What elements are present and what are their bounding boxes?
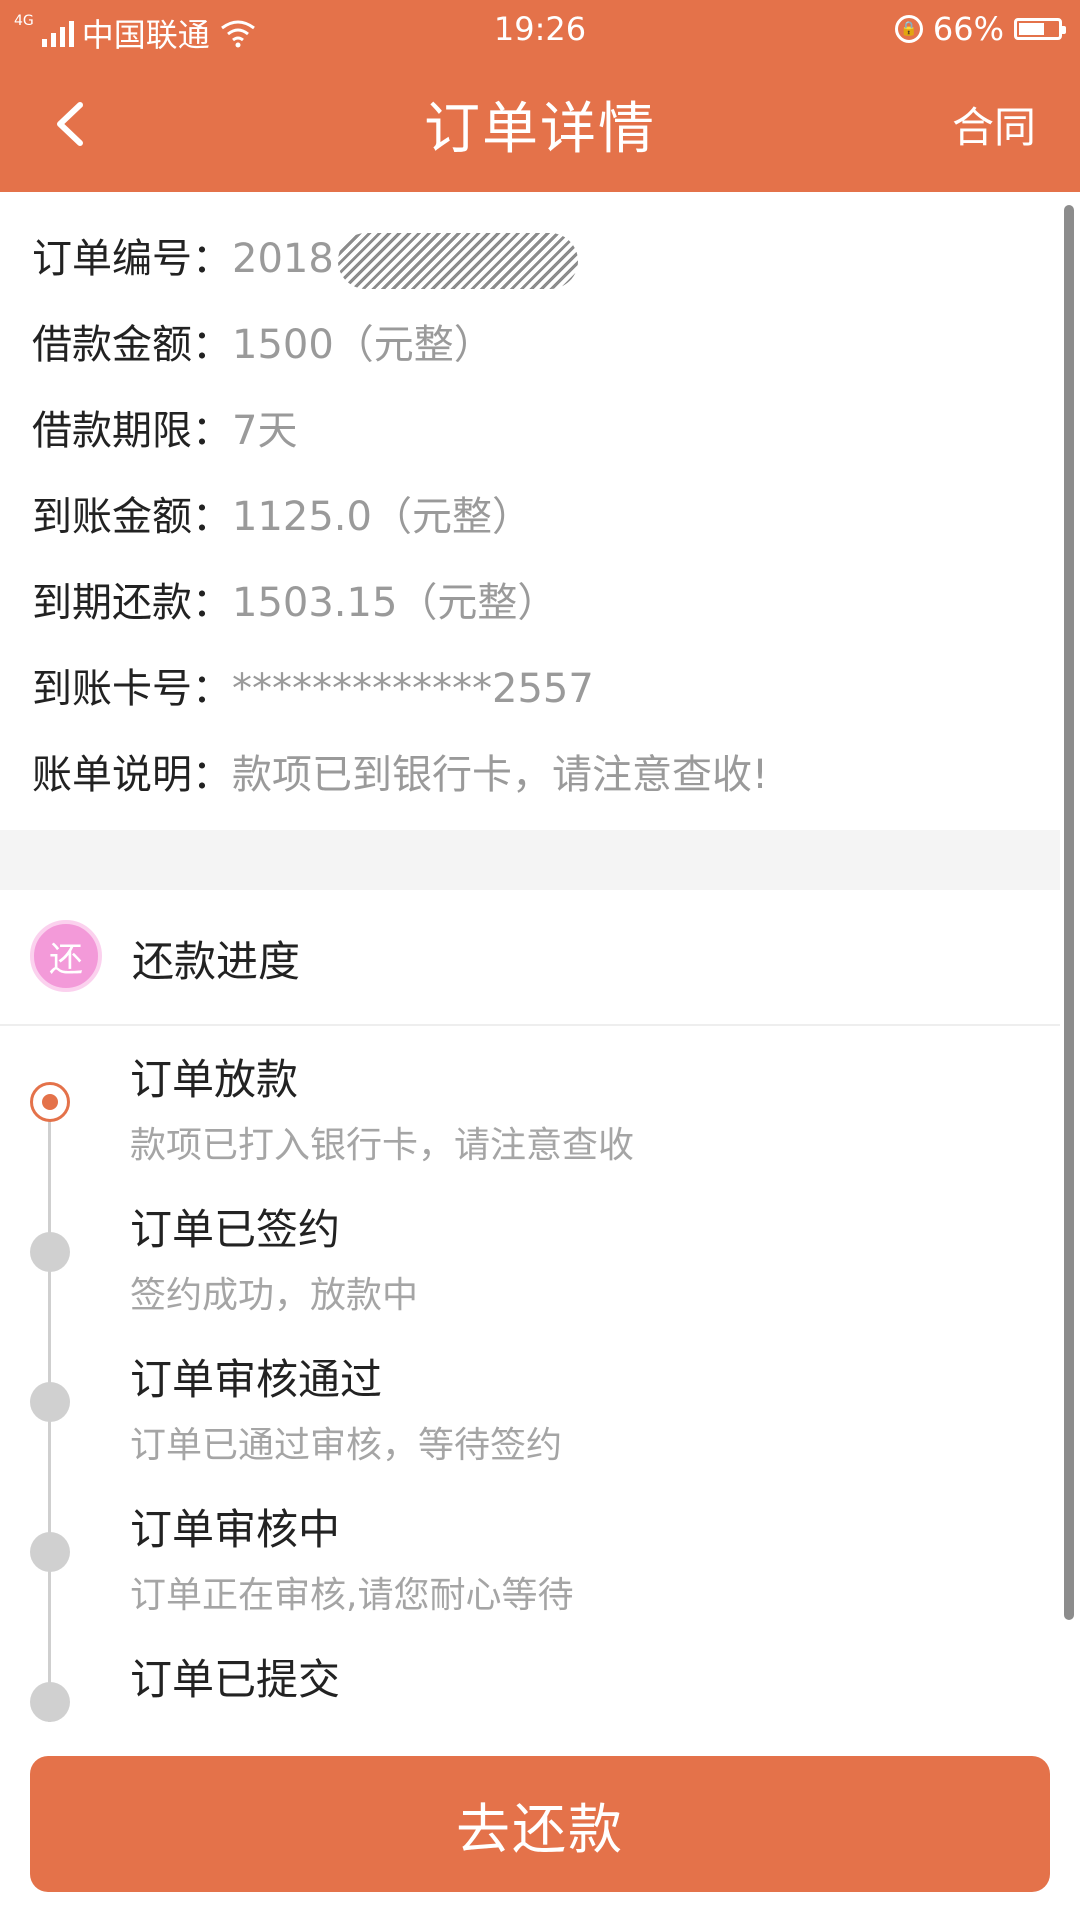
order-number-row: 订单编号：2018	[32, 226, 578, 289]
bill-note-label: 账单说明：	[32, 752, 232, 798]
page-title: 订单详情	[424, 97, 656, 162]
step-title: 订单已提交	[130, 1655, 341, 1704]
step-title: 订单审核中	[130, 1505, 341, 1554]
contract-button[interactable]: 合同	[952, 94, 1036, 155]
progress-header: 还 还款进度	[0, 890, 1060, 1026]
step-title: 订单放款	[130, 1055, 299, 1104]
battery-icon	[1014, 18, 1066, 40]
received-amount-value: 1125.0（元整）	[232, 494, 532, 540]
loan-term-label: 借款期限：	[32, 408, 232, 454]
status-bar: 4G 中国联通 19:26 🔒 66%	[0, 0, 1080, 56]
battery-percent: 66%	[932, 10, 1004, 48]
section-divider	[0, 830, 1060, 890]
step-active-dot-icon	[30, 1082, 70, 1122]
step-desc: 等待受理审核	[130, 1716, 346, 1726]
redacted-mask	[337, 233, 578, 289]
step-title: 订单审核通过	[130, 1355, 383, 1404]
step-desc: 签约成功，放款中	[130, 1275, 419, 1316]
loan-term-row: 借款期限：7天	[32, 398, 297, 456]
step-dot-icon	[30, 1382, 70, 1422]
step-title: 订单已签约	[130, 1205, 341, 1254]
step-dot-icon	[30, 1232, 70, 1272]
due-repayment-row: 到期还款：1503.15（元整）	[32, 570, 557, 628]
loan-amount-row: 借款金额：1500（元整）	[32, 312, 494, 370]
order-number-label: 订单编号：	[32, 236, 232, 282]
repay-badge-icon: 还	[30, 920, 102, 992]
loan-amount-label: 借款金额：	[32, 322, 232, 368]
received-amount-row: 到账金额：1125.0（元整）	[32, 484, 532, 542]
step-dot-icon	[30, 1682, 70, 1722]
step-dot-icon	[30, 1532, 70, 1572]
received-amount-label: 到账金额：	[32, 494, 232, 540]
due-repayment-value: 1503.15（元整）	[232, 580, 558, 626]
scrollbar[interactable]	[1064, 205, 1074, 1620]
progress-title: 还款进度	[132, 937, 301, 986]
nav-bar: 订单详情 合同	[0, 56, 1080, 192]
loan-amount-value: 1500（元整）	[232, 322, 494, 368]
loan-term-value: 7天	[232, 408, 298, 454]
step-desc: 订单已通过审核，等待签约	[130, 1425, 563, 1466]
bill-note-value: 款项已到银行卡，请注意查收!	[232, 752, 769, 798]
step-desc: 订单正在审核,请您耐心等待	[130, 1575, 574, 1616]
rotation-lock-icon: 🔒	[894, 15, 923, 43]
step-desc: 款项已打入银行卡，请注意查收	[130, 1125, 635, 1166]
bill-note-row: 账单说明：款项已到银行卡，请注意查收!	[32, 742, 768, 800]
card-number-value: *************2557	[232, 666, 594, 712]
repay-button[interactable]: 去还款	[30, 1756, 1050, 1892]
status-right: 🔒 66%	[894, 10, 1066, 48]
progress-timeline: 订单放款 款项已打入银行卡，请注意查收 订单已签约 签约成功，放款中 订单审核通…	[0, 1026, 1060, 1726]
card-number-row: 到账卡号：*************2557	[32, 656, 594, 714]
app-header: 4G 中国联通 19:26 🔒 66% 订单详情 合同	[0, 0, 1080, 192]
order-number-value: 2018	[232, 236, 334, 282]
card-number-label: 到账卡号：	[32, 666, 232, 712]
due-repayment-label: 到期还款：	[32, 580, 232, 626]
battery-level	[1019, 23, 1044, 35]
